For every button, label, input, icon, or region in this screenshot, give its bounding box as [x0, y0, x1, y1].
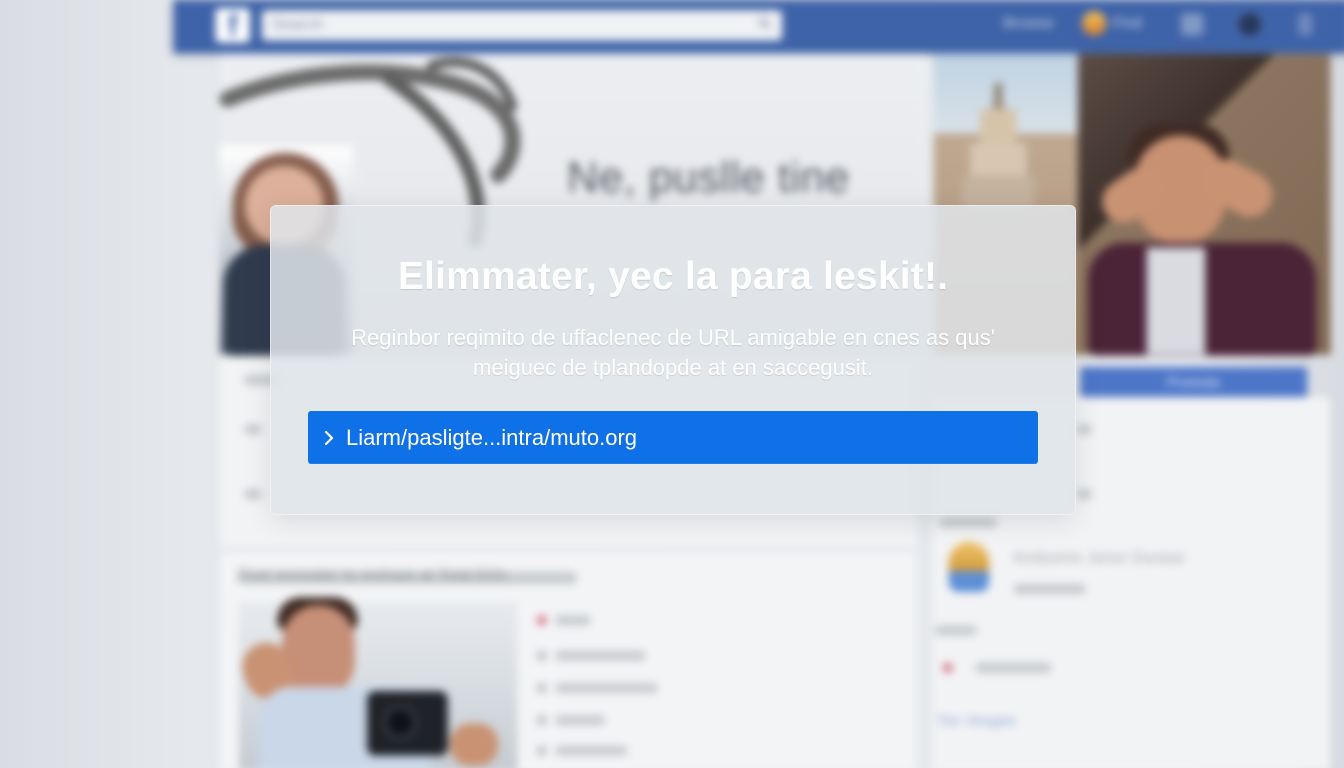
camera-lens	[383, 705, 418, 740]
menu-icon[interactable]	[1298, 13, 1313, 36]
man-shirt	[1146, 247, 1206, 355]
dialog-title: Elimmater, yec la para leskit!.	[397, 255, 949, 298]
sidebar-line	[934, 625, 978, 636]
sidebar-line	[975, 662, 1052, 673]
photo-man-head	[282, 605, 355, 699]
sidebar-link[interactable]: Ton Vesgee	[937, 712, 1016, 729]
facebook-icon: f	[215, 8, 250, 43]
tower-image	[961, 83, 1035, 209]
search-input[interactable]: Search	[261, 10, 783, 41]
url-label: Liarm/pasligte...intra/muto.org	[346, 424, 638, 450]
url-dialog: Elimmater, yec la para leskit!. Reginbor…	[270, 205, 1076, 515]
blurred-text-line	[243, 424, 262, 435]
feed-list-line	[554, 745, 628, 756]
cover-title: Ne, puslle tine	[566, 153, 850, 203]
account-icon[interactable]	[1238, 13, 1261, 36]
feed-list-line	[554, 650, 646, 661]
sidebar-line	[938, 517, 998, 528]
feed-list-line	[554, 682, 658, 694]
messages-icon[interactable]	[1181, 13, 1204, 36]
feed-list-line	[554, 715, 606, 726]
bullet-dot	[942, 662, 953, 673]
screen: f Search Browse Find Ne, puslle tine Pro…	[0, 0, 1344, 768]
profile-avatar[interactable]	[1082, 11, 1107, 36]
nav-find-link[interactable]: Find	[1112, 14, 1141, 31]
blurred-text-line	[1076, 424, 1093, 435]
url-button[interactable]: Liarm/pasligte...intra/muto.org	[308, 411, 1038, 464]
feed-heading: Post reminder to reshare at Total EDs	[237, 566, 507, 584]
chevron-right-icon	[322, 429, 336, 447]
dialog-message: Reginbor reqimito de uffaclenec de URL a…	[317, 323, 1029, 383]
dialog-message-line-1: Reginbor reqimito de uffaclenec de URL a…	[351, 325, 995, 350]
bullet-dot	[536, 650, 547, 661]
search-icon	[758, 17, 771, 30]
feed-list-line	[554, 615, 592, 626]
blurred-text-line	[1076, 489, 1093, 500]
bullet-dot	[536, 715, 547, 726]
contact-name: Kirdoomn Jonor Dunear	[1013, 549, 1185, 567]
search-placeholder: Search	[272, 16, 324, 34]
promote-button[interactable]: Promote	[1080, 366, 1308, 398]
contact-avatar	[948, 541, 990, 593]
photo-man-second-hand	[449, 723, 499, 766]
bullet-dot	[536, 615, 547, 626]
dialog-message-line-2: meiguec de tplandopde at en saccegusit.	[473, 355, 873, 380]
bullet-dot	[536, 745, 547, 756]
bullet-dot	[536, 682, 547, 694]
nav-browse-link[interactable]: Browse	[1003, 14, 1054, 31]
blurred-text-line	[243, 489, 262, 500]
sidebar-line	[1013, 583, 1087, 595]
